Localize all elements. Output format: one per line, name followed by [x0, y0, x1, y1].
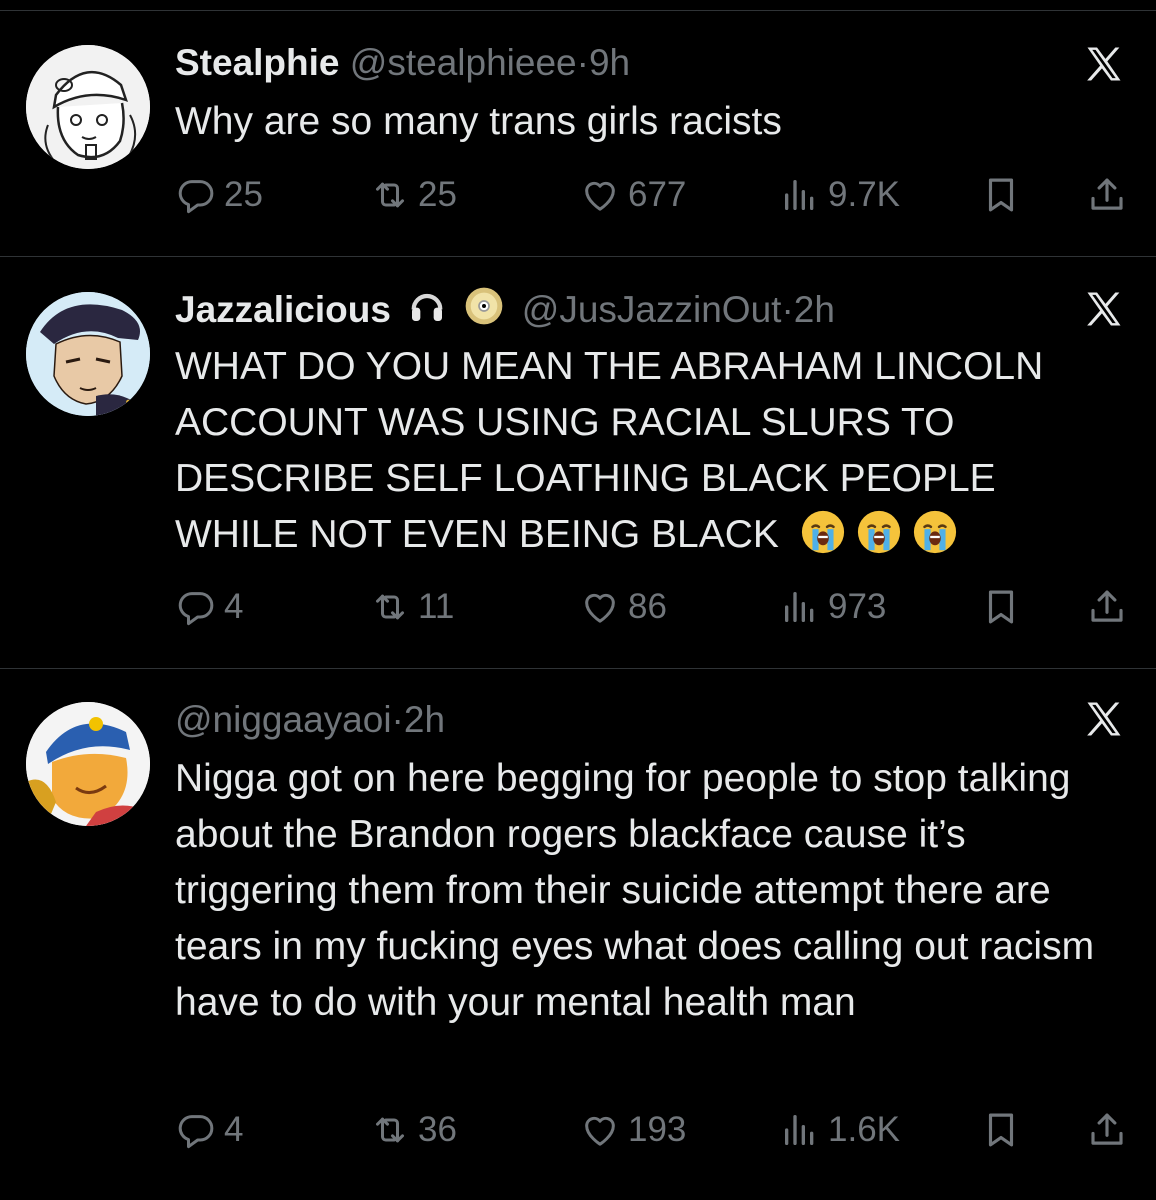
avatar[interactable]	[26, 702, 150, 826]
timestamp[interactable]: 2h	[794, 289, 835, 330]
x-logo-icon	[1082, 42, 1126, 86]
bookmark-icon	[980, 1109, 1022, 1151]
repost-icon	[370, 587, 410, 627]
headphones-icon	[407, 286, 447, 339]
repost-count: 36	[418, 1110, 457, 1149]
cd-icon	[464, 286, 504, 339]
user-handle[interactable]: @JusJazzinOut	[522, 289, 782, 330]
views-count: 1.6K	[828, 1110, 900, 1149]
reply-button[interactable]: 4	[176, 1105, 243, 1155]
reply-icon	[176, 587, 216, 627]
bookmark-icon	[980, 586, 1022, 628]
timestamp[interactable]: 9h	[589, 42, 630, 83]
share-button[interactable]	[1086, 170, 1128, 220]
tweet[interactable]: ♣ Jazzalicious @JusJazzinOut·2h WHAT DO …	[0, 257, 1156, 667]
share-icon	[1086, 586, 1128, 628]
repost-button[interactable]: 36	[370, 1105, 457, 1155]
views-count: 973	[828, 587, 887, 626]
avatar[interactable]: ♣	[26, 292, 150, 416]
reply-button[interactable]: 25	[176, 170, 263, 220]
like-count: 677	[628, 175, 687, 214]
crying-face-icon	[912, 509, 958, 555]
share-icon	[1086, 174, 1128, 216]
like-icon	[580, 587, 620, 627]
x-logo-icon	[1082, 287, 1126, 331]
share-button[interactable]	[1086, 582, 1128, 632]
tweet-text: Nigga got on here begging for people to …	[175, 757, 1095, 1024]
bookmark-icon	[980, 174, 1022, 216]
repost-button[interactable]: 11	[370, 582, 454, 632]
repost-icon	[370, 175, 410, 215]
tweet[interactable]: Stealphie @stealphieee·9h Why are so man…	[0, 0, 1156, 256]
separator-dot: ·	[576, 42, 589, 83]
views-count: 9.7K	[828, 175, 900, 214]
share-button[interactable]	[1086, 1105, 1128, 1155]
svg-text:♣: ♣	[122, 398, 135, 414]
like-button[interactable]: 677	[580, 170, 686, 220]
tweet-text: Why are so many trans girls racists	[175, 100, 782, 143]
reply-button[interactable]: 4	[176, 582, 243, 632]
action-bar: 25 25 677 9.7K	[0, 170, 1156, 220]
action-bar: 4 36 193 1.6K	[0, 1105, 1156, 1155]
reply-count: 4	[224, 1110, 244, 1149]
display-name[interactable]: Jazzalicious	[175, 289, 391, 330]
tweet-header: Stealphie @stealphieee·9h	[175, 38, 630, 88]
like-icon	[580, 175, 620, 215]
views-button[interactable]: 9.7K	[780, 170, 900, 220]
repost-count: 11	[418, 587, 455, 626]
separator-dot: ·	[391, 699, 404, 740]
display-name[interactable]: Stealphie	[175, 42, 340, 83]
timeline-feed: Stealphie @stealphieee·9h Why are so man…	[0, 0, 1156, 1200]
bookmark-button[interactable]	[980, 582, 1022, 632]
separator-dot: ·	[781, 289, 794, 330]
user-handle[interactable]: @stealphieee	[350, 42, 577, 83]
views-button[interactable]: 1.6K	[780, 1105, 900, 1155]
user-handle[interactable]: @niggaayaoi	[175, 699, 392, 740]
x-logo-icon	[1082, 697, 1126, 741]
tweet-text: WHAT DO YOU MEAN THE ABRAHAM LINCOLN ACC…	[175, 339, 1125, 563]
reply-count: 25	[224, 175, 263, 214]
like-icon	[580, 1110, 620, 1150]
like-button[interactable]: 193	[580, 1105, 686, 1155]
views-button[interactable]: 973	[780, 582, 886, 632]
repost-button[interactable]: 25	[370, 170, 457, 220]
crying-face-icon	[800, 509, 846, 555]
views-icon	[780, 1110, 820, 1150]
reply-icon	[176, 1110, 216, 1150]
repost-icon	[370, 1110, 410, 1150]
tweet[interactable]: @niggaayaoi·2h Nigga got on here begging…	[0, 669, 1156, 1200]
views-icon	[780, 587, 820, 627]
bookmark-button[interactable]	[980, 170, 1022, 220]
bookmark-button[interactable]	[980, 1105, 1022, 1155]
timestamp[interactable]: 2h	[404, 699, 445, 740]
avatar[interactable]	[26, 45, 150, 169]
like-count: 193	[628, 1110, 687, 1149]
tweet-header: Jazzalicious @JusJazzinOut·2h	[175, 285, 835, 335]
views-icon	[780, 175, 820, 215]
like-button[interactable]: 86	[580, 582, 667, 632]
reply-icon	[176, 175, 216, 215]
action-bar: 4 11 86 973	[0, 582, 1156, 632]
tweet-header: @niggaayaoi·2h	[175, 695, 445, 745]
reply-count: 4	[224, 587, 244, 626]
repost-count: 25	[418, 175, 457, 214]
share-icon	[1086, 1109, 1128, 1151]
like-count: 86	[628, 587, 667, 626]
crying-face-icon	[856, 509, 902, 555]
